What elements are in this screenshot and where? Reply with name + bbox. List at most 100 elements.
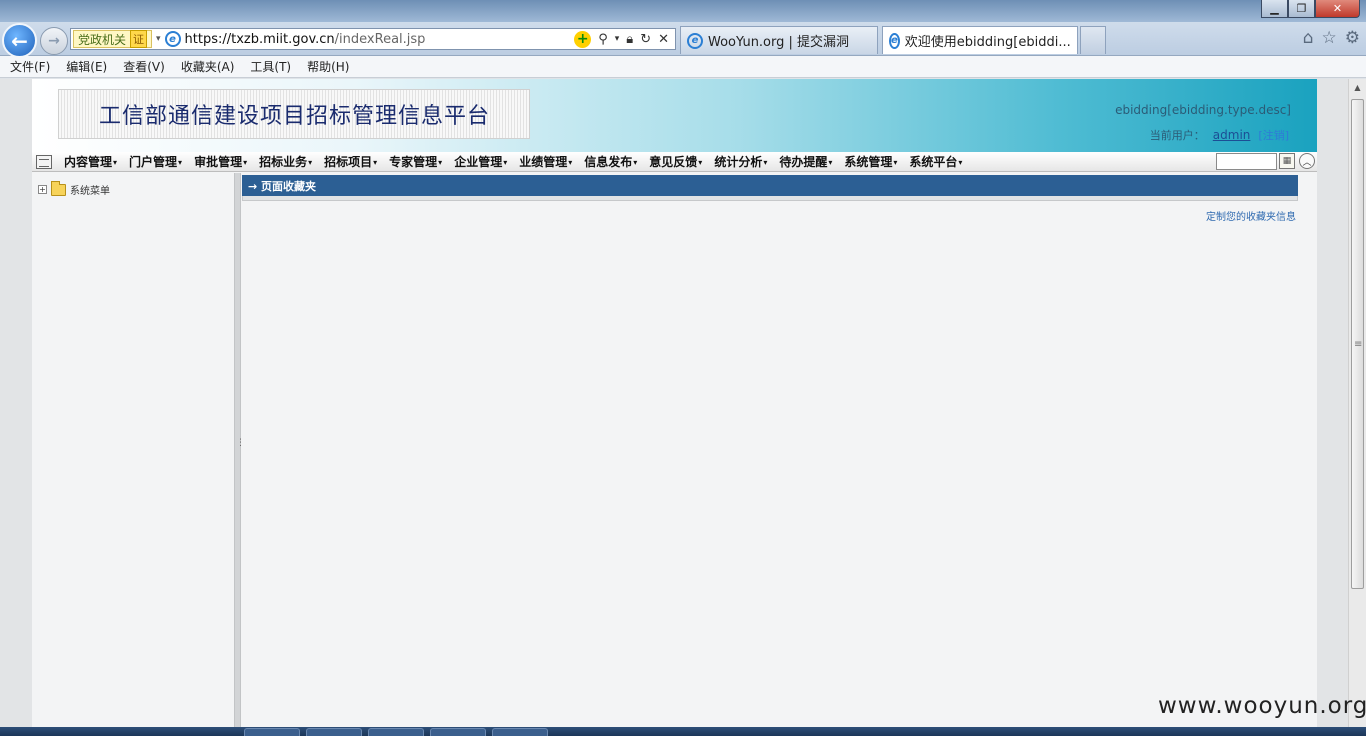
- nav-enterprise-mgmt[interactable]: 企业管理▾: [454, 153, 507, 170]
- refresh-icon[interactable]: ↻: [640, 32, 651, 47]
- close-window-button[interactable]: ✕: [1315, 0, 1360, 18]
- os-taskbar: [0, 727, 1366, 736]
- web-page: 工信部通信建设项目招标管理信息平台 ebidding[ebidding.type…: [32, 79, 1317, 727]
- nav-label: 内容管理: [64, 155, 113, 169]
- restore-button[interactable]: ❐: [1288, 0, 1315, 18]
- nav-label: 待办提醒: [779, 155, 828, 169]
- nav-info-publish[interactable]: 信息发布▾: [584, 153, 637, 170]
- taskbar-button[interactable]: [368, 728, 424, 736]
- menu-toggle-icon[interactable]: [36, 154, 52, 169]
- collapse-up-icon[interactable]: ︿: [1299, 153, 1315, 169]
- nav-label: 信息发布: [584, 155, 633, 169]
- certificate-icon: 证: [130, 30, 148, 48]
- taskbar-button[interactable]: [306, 728, 362, 736]
- nav-statistics[interactable]: 统计分析▾: [714, 153, 767, 170]
- lock-icon[interactable]: 🔒︎: [626, 32, 633, 47]
- caret-down-icon: ▾: [308, 158, 313, 167]
- taskbar-button[interactable]: [430, 728, 486, 736]
- nav-bidding-projects[interactable]: 招标项目▾: [324, 153, 377, 170]
- caret-down-icon: ▾: [568, 158, 573, 167]
- caret-down-icon: ▾: [893, 158, 898, 167]
- menu-tools[interactable]: 工具(T): [250, 58, 291, 75]
- favorites-section-header: → 页面收藏夹: [242, 175, 1298, 196]
- nav-label: 企业管理: [454, 155, 503, 169]
- menu-view[interactable]: 查看(V): [123, 58, 165, 75]
- current-user-line: 当前用户： admin [注销]: [1150, 127, 1289, 143]
- nav-bidding-business[interactable]: 招标业务▾: [259, 153, 312, 170]
- taskbar-button[interactable]: [492, 728, 548, 736]
- chevron-down-icon[interactable]: ▾: [156, 34, 161, 44]
- nav-label: 招标业务: [259, 155, 308, 169]
- nav-performance-mgmt[interactable]: 业绩管理▾: [519, 153, 572, 170]
- calendar-search-icon[interactable]: ▦: [1279, 153, 1295, 169]
- browser-menubar: 文件(F) 编辑(E) 查看(V) 收藏夹(A) 工具(T) 帮助(H): [0, 56, 1366, 78]
- menu-edit[interactable]: 编辑(E): [66, 58, 107, 75]
- browser-toolbar: ← → 党政机关 证 ▾ e https://txzb.miit.gov.cn/…: [0, 22, 1366, 58]
- tab-ebidding[interactable]: e 欢迎使用ebidding[ebiddi... ✕: [882, 26, 1078, 54]
- site-title: 工信部通信建设项目招标管理信息平台: [99, 104, 491, 129]
- caret-down-icon: ▾: [243, 158, 248, 167]
- folder-icon: [51, 180, 66, 196]
- header-banner: 工信部通信建设项目招标管理信息平台 ebidding[ebidding.type…: [32, 79, 1317, 152]
- back-button[interactable]: ←: [2, 23, 37, 58]
- search-icon[interactable]: ⚲: [598, 32, 608, 47]
- compat-view-icon[interactable]: +: [574, 30, 592, 48]
- nav-system-platform[interactable]: 系统平台▾: [909, 153, 962, 170]
- nav-label: 招标项目: [324, 155, 373, 169]
- new-tab-button[interactable]: [1080, 26, 1106, 54]
- menu-help[interactable]: 帮助(H): [307, 58, 349, 75]
- caret-down-icon: ▾: [113, 158, 118, 167]
- scroll-up-icon[interactable]: ▲: [1349, 79, 1366, 96]
- nav-todo-reminders[interactable]: 待办提醒▾: [779, 153, 832, 170]
- stop-icon[interactable]: ✕: [658, 32, 669, 47]
- nav-label: 审批管理: [194, 155, 243, 169]
- gear-icon[interactable]: ⚙: [1345, 28, 1360, 48]
- system-description: ebidding[ebidding.type.desc]: [1115, 103, 1291, 117]
- caret-down-icon: ▾: [698, 158, 703, 167]
- security-zone-badge[interactable]: 党政机关 证: [73, 30, 153, 48]
- vertical-scrollbar[interactable]: ▲ ≡: [1348, 79, 1366, 727]
- customize-favorites-link[interactable]: 定制您的收藏夹信息: [1206, 208, 1296, 223]
- arrow-right-icon: →: [48, 33, 60, 49]
- address-bar[interactable]: 党政机关 证 ▾ e https://txzb.miit.gov.cn/inde…: [70, 28, 676, 50]
- favorites-star-icon[interactable]: ☆: [1322, 28, 1337, 48]
- tab-wooyun[interactable]: e WooYun.org | 提交漏洞: [680, 26, 878, 54]
- chevron-down-icon[interactable]: ▾: [615, 34, 620, 44]
- ie-page-icon: e: [687, 32, 703, 49]
- nav-portal-mgmt[interactable]: 门户管理▾: [129, 153, 182, 170]
- caret-down-icon: ▾: [373, 158, 378, 167]
- browser-right-tools: ⌂ ☆ ⚙: [1303, 28, 1360, 48]
- menu-favorites[interactable]: 收藏夹(A): [181, 58, 235, 75]
- nav-feedback[interactable]: 意见反馈▾: [649, 153, 702, 170]
- nav-search-input[interactable]: [1216, 153, 1277, 170]
- caret-down-icon: ▾: [958, 158, 963, 167]
- panel-splitter[interactable]: ⋮: [234, 173, 245, 727]
- caret-down-icon: ▾: [178, 158, 183, 167]
- tab-title: 欢迎使用ebidding[ebiddi...: [904, 35, 1071, 50]
- username-link[interactable]: admin: [1213, 128, 1251, 142]
- logout-link[interactable]: [注销]: [1258, 127, 1289, 143]
- home-icon[interactable]: ⌂: [1303, 28, 1314, 48]
- section-divider: [242, 196, 1298, 201]
- menu-file[interactable]: 文件(F): [10, 58, 50, 75]
- taskbar-button[interactable]: [244, 728, 300, 736]
- close-tab-icon[interactable]: ✕: [1076, 33, 1077, 49]
- ie-page-icon: e: [164, 31, 181, 47]
- minimize-button[interactable]: ▁: [1261, 0, 1288, 18]
- tab-title: WooYun.org | 提交漏洞: [708, 35, 850, 50]
- nav-content-mgmt[interactable]: 内容管理▾: [64, 153, 117, 170]
- nav-system-mgmt[interactable]: 系统管理▾: [844, 153, 897, 170]
- caret-down-icon: ▾: [633, 158, 638, 167]
- nav-expert-mgmt[interactable]: 专家管理▾: [389, 153, 442, 170]
- watermark: www.wooyun.org: [1158, 693, 1366, 719]
- tree-root-node[interactable]: + 系统菜单: [38, 180, 110, 197]
- forward-button[interactable]: →: [40, 27, 68, 55]
- grip-handle-icon: ≡: [1354, 339, 1363, 350]
- nav-label: 系统管理: [844, 155, 893, 169]
- url-text[interactable]: https://txzb.miit.gov.cn/indexReal.jsp: [185, 32, 426, 47]
- nav-label: 门户管理: [129, 155, 178, 169]
- tree-root-label[interactable]: 系统菜单: [70, 182, 110, 197]
- nav-approval-mgmt[interactable]: 审批管理▾: [194, 153, 247, 170]
- expand-plus-icon[interactable]: +: [38, 185, 47, 194]
- main-content: → 页面收藏夹 定制您的收藏夹信息: [241, 173, 1317, 727]
